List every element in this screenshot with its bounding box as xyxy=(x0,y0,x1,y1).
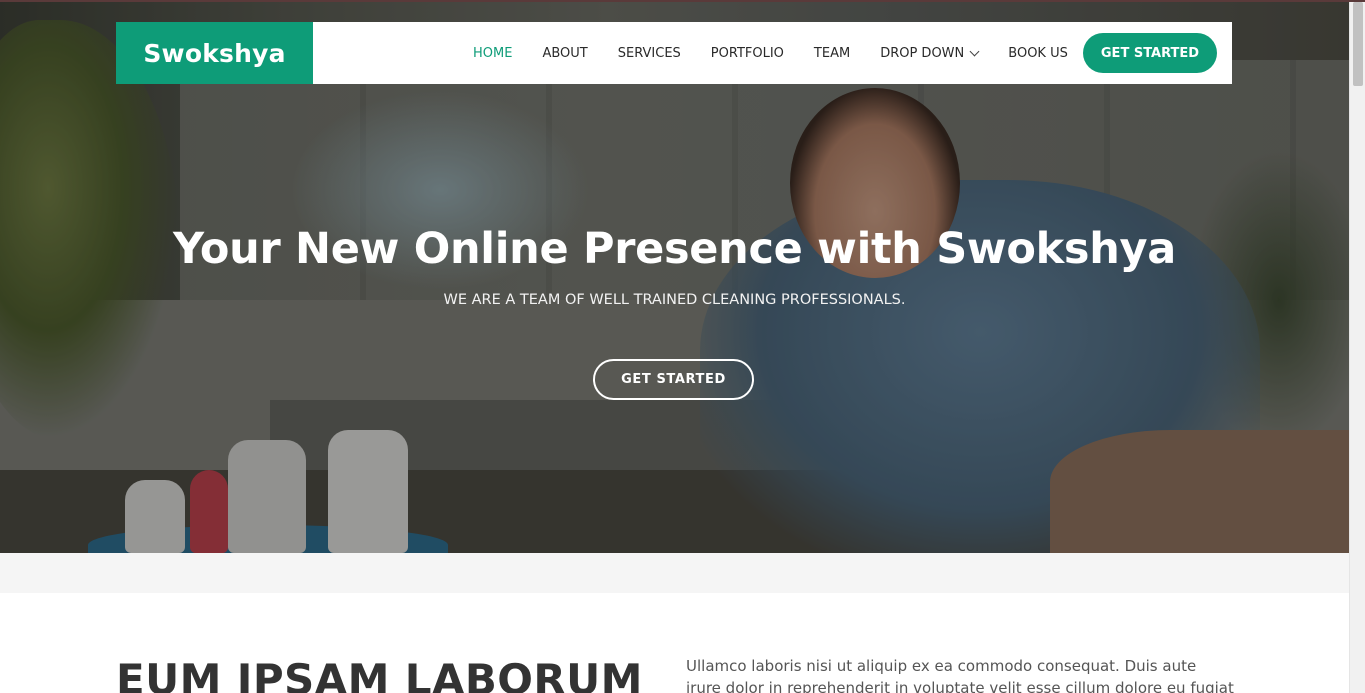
section-divider-band xyxy=(0,553,1349,593)
site-header: Swokshya HOME ABOUT SERVICES PORTFOLIO T… xyxy=(116,22,1232,84)
nav-item-services[interactable]: SERVICES xyxy=(618,46,681,61)
nav-item-portfolio[interactable]: PORTFOLIO xyxy=(711,46,784,61)
about-text: Ullamco laboris nisi ut aliquip ex ea co… xyxy=(686,657,1234,693)
page-scrollbar[interactable] xyxy=(1349,0,1365,693)
hero-subtitle: WE ARE A TEAM OF WELL TRAINED CLEANING P… xyxy=(443,292,906,308)
hero-get-started-button[interactable]: GET STARTED xyxy=(593,359,754,400)
hero-title: Your New Online Presence with Swokshya xyxy=(173,224,1176,274)
header-get-started-button[interactable]: GET STARTED xyxy=(1083,33,1217,73)
site-logo[interactable]: Swokshya xyxy=(116,22,313,84)
nav-item-team[interactable]: TEAM xyxy=(814,46,850,61)
scrollbar-thumb[interactable] xyxy=(1353,2,1363,86)
main-nav: HOME ABOUT SERVICES PORTFOLIO TEAM DROP … xyxy=(473,22,1098,84)
nav-item-drop-down[interactable]: DROP DOWN xyxy=(880,45,980,61)
nav-item-about[interactable]: ABOUT xyxy=(542,46,587,61)
nav-item-drop-down-label: DROP DOWN xyxy=(880,45,965,61)
nav-item-book-us[interactable]: BOOK US xyxy=(1008,46,1068,61)
nav-item-home[interactable]: HOME xyxy=(473,46,512,61)
chevron-down-icon xyxy=(969,46,980,56)
about-heading: EUM IPSAM LABORUM xyxy=(116,655,643,693)
top-border xyxy=(0,0,1365,2)
